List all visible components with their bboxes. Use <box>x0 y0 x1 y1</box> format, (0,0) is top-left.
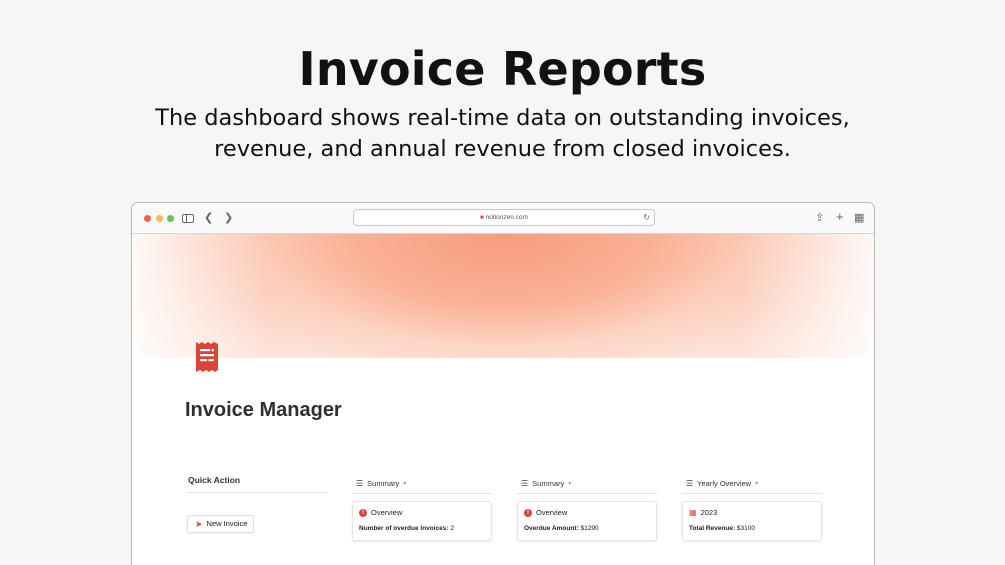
new-invoice-button[interactable]: ➤ New Invoice <box>187 515 255 533</box>
hero-subtitle: The dashboard shows real-time data on ou… <box>155 105 850 162</box>
card-title: ▦ 2023 <box>689 508 717 517</box>
receipt-icon <box>196 342 218 372</box>
card-property: Overdue Amount: $1290 <box>524 525 599 532</box>
quick-action-label: Quick Action <box>188 475 241 485</box>
gallery-card-overdue-amount[interactable]: ! Overview Overdue Amount: $1290 <box>517 501 657 541</box>
card-title-label: Overview <box>536 508 568 517</box>
address-bar[interactable]: ■ notionzen.com ↻ <box>353 209 655 226</box>
share-icon[interactable]: ⇪ <box>815 211 824 225</box>
hero-title: Invoice Reports <box>298 42 707 96</box>
close-window-button[interactable] <box>144 215 151 222</box>
browser-toolbar: ❮ ❯ ■ notionzen.com ↻ ⇪ + ▦ <box>132 203 874 234</box>
list-icon: ☰ <box>521 479 529 488</box>
forward-icon[interactable]: ❯ <box>224 211 233 225</box>
list-icon: ☰ <box>356 479 364 488</box>
new-invoice-label: New Invoice <box>206 519 248 528</box>
list-icon: ☰ <box>686 479 694 488</box>
site-favicon-icon: ■ <box>480 215 484 221</box>
alert-icon: ! <box>524 508 532 517</box>
chevron-down-icon: ▾ <box>755 481 759 487</box>
card-property: Total Revenue: $3100 <box>689 525 755 532</box>
divider <box>517 493 657 494</box>
divider <box>187 492 327 493</box>
property-label: Overdue Amount: <box>524 525 579 532</box>
sidebar-icon[interactable] <box>182 214 194 223</box>
page-cover <box>132 234 874 358</box>
card-property: Number of overdue Invoices: 2 <box>359 525 454 532</box>
cursor-icon: ➤ <box>195 519 203 529</box>
chevron-down-icon: ▾ <box>403 481 407 487</box>
maximize-window-button[interactable] <box>167 215 174 222</box>
tabs-icon[interactable]: ▦ <box>854 211 864 225</box>
property-label: Total Revenue: <box>689 525 736 532</box>
calendar-icon: ▦ <box>689 508 697 517</box>
view-tab-label: Yearly Overview <box>697 479 752 488</box>
property-value: $3100 <box>736 525 755 532</box>
card-title-label: Overview <box>371 508 403 517</box>
property-label: Number of overdue Invoices: <box>359 525 449 532</box>
page-title: Invoice Manager <box>185 399 342 421</box>
address-url: notionzen.com <box>485 214 528 221</box>
card-title-label: 2023 <box>700 508 718 517</box>
divider <box>352 493 492 494</box>
view-tab-label: Summary <box>367 479 400 488</box>
view-tab-yearly-overview[interactable]: ☰ Yearly Overview ▾ <box>686 479 758 488</box>
view-tab-summary-overdue[interactable]: ☰ Summary ▾ <box>356 479 406 488</box>
reload-icon[interactable]: ↻ <box>643 210 650 225</box>
view-tab-summary-amount[interactable]: ☰ Summary ▾ <box>521 479 571 488</box>
alert-icon: ! <box>359 508 367 517</box>
minimize-window-button[interactable] <box>156 215 163 222</box>
browser-window: ❮ ❯ ■ notionzen.com ↻ ⇪ + ▦ Invoice Manag… <box>131 202 875 565</box>
card-title: ! Overview <box>359 508 402 517</box>
chevron-down-icon: ▾ <box>568 481 572 487</box>
plus-icon[interactable]: + <box>836 210 844 224</box>
view-tab-label: Summary <box>532 479 565 488</box>
gallery-card-yearly-revenue[interactable]: ▦ 2023 Total Revenue: $3100 <box>682 501 822 541</box>
property-value: 2 <box>450 525 455 532</box>
property-value: $1290 <box>580 525 599 532</box>
gallery-card-overdue-count[interactable]: ! Overview Number of overdue Invoices: 2 <box>352 501 492 541</box>
divider <box>682 493 822 494</box>
back-icon[interactable]: ❮ <box>204 211 213 225</box>
card-title: ! Overview <box>524 508 567 517</box>
